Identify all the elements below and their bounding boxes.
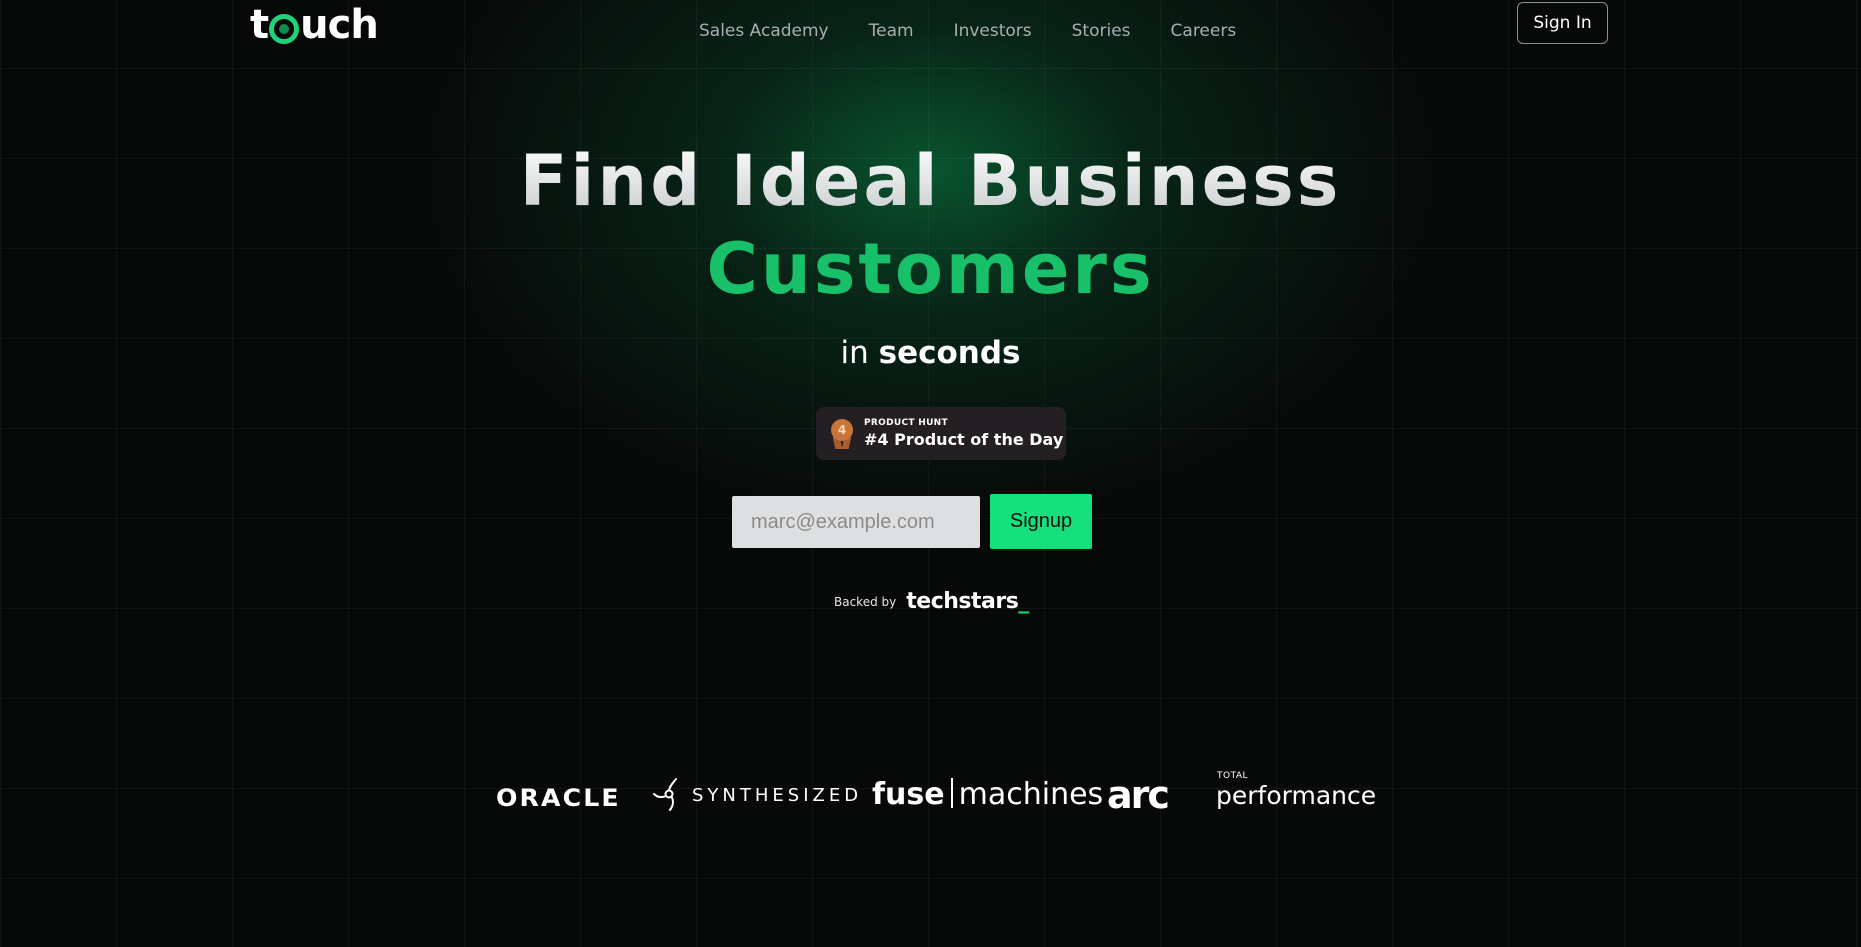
fuse-machines-logo: fuse machines — [872, 777, 1103, 812]
nav-careers[interactable]: Careers — [1171, 21, 1237, 41]
main-nav: Sales Academy Team Investors Stories Car… — [699, 21, 1236, 41]
subheadline-emphasis: seconds — [878, 335, 1021, 371]
sign-in-button[interactable]: Sign In — [1517, 2, 1608, 44]
headline-line2: Customers — [706, 228, 1155, 310]
techstars-underscore: _ — [1018, 589, 1029, 614]
subheadline-prefix: in — [840, 335, 869, 371]
headline-line1: Find Ideal Business — [0, 140, 1861, 222]
techstars-name: techstars — [906, 589, 1019, 614]
logo-text-suffix: uch — [300, 2, 379, 48]
oracle-logo: ORACLE — [496, 784, 621, 812]
fuse-divider — [950, 778, 953, 808]
nav-sales-academy[interactable]: Sales Academy — [699, 21, 829, 41]
total-performance-kicker: TOTAL — [1217, 771, 1249, 781]
medal-icon: 4 — [830, 418, 854, 449]
arc-logo: arc — [1107, 773, 1170, 817]
fuse-word: fuse — [872, 777, 945, 812]
email-input[interactable] — [732, 496, 980, 548]
subheadline: in seconds — [0, 335, 1861, 371]
touch-logo[interactable]: t uch — [250, 2, 379, 48]
signup-button[interactable]: Signup — [990, 494, 1092, 549]
medal-rank: 4 — [831, 418, 853, 441]
synthesized-mark-icon — [653, 778, 677, 811]
total-performance-logo: performance — [1216, 781, 1377, 810]
logo-ring-icon — [269, 14, 300, 44]
nav-team[interactable]: Team — [869, 21, 914, 41]
badge-kicker: PRODUCT HUNT — [864, 418, 948, 428]
backed-by: Backed by techstars_ — [834, 589, 1029, 614]
logo-text-prefix: t — [250, 2, 269, 48]
nav-investors[interactable]: Investors — [954, 21, 1032, 41]
page: t uch Sales Academy Team Investors Storie… — [0, 0, 1861, 947]
badge-title: #4 Product of the Day — [864, 430, 1064, 449]
machines-word: machines — [958, 777, 1104, 812]
techstars-logo: techstars_ — [906, 589, 1029, 614]
nav-stories[interactable]: Stories — [1072, 21, 1131, 41]
backed-by-label: Backed by — [834, 594, 897, 609]
synthesized-logo: SYNTHESIZED — [692, 785, 863, 806]
product-hunt-badge[interactable]: 4 PRODUCT HUNT #4 Product of the Day — [816, 407, 1066, 460]
partner-logos: ORACLE SYNTHESIZED fuse machines arc TOTA… — [496, 771, 1376, 819]
badge-text: PRODUCT HUNT #4 Product of the Day — [864, 418, 1063, 449]
